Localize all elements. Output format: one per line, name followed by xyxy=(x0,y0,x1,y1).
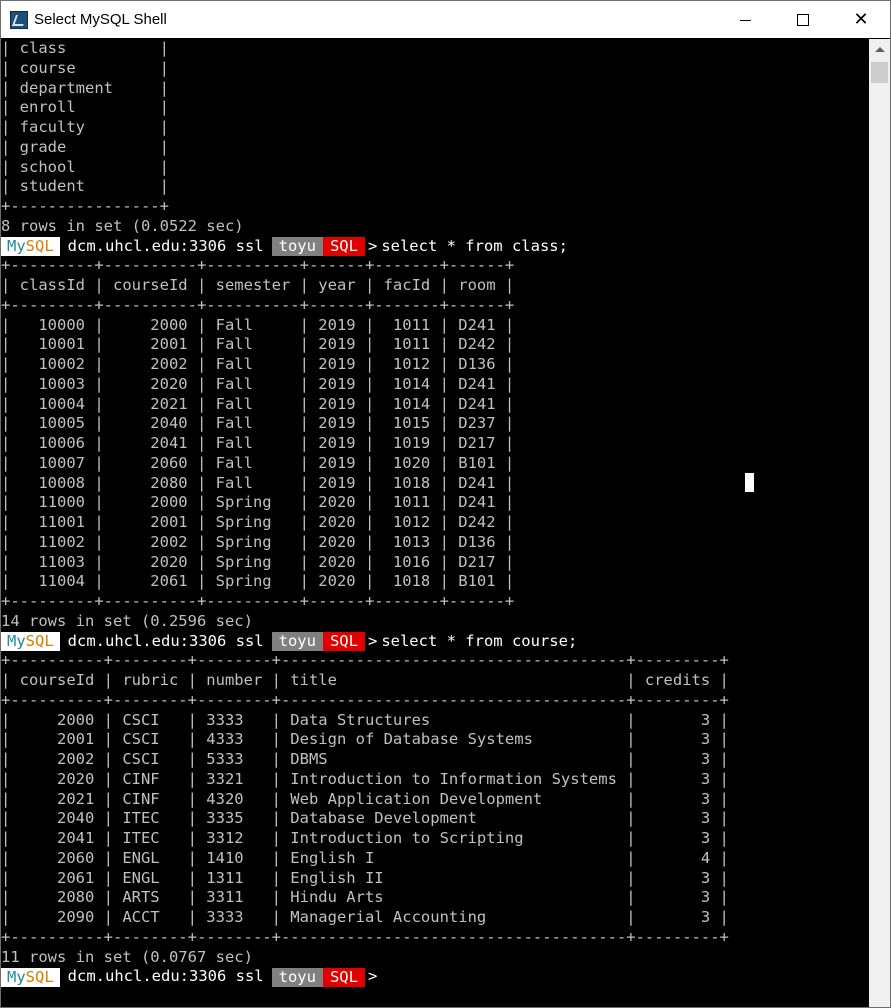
prompt-mode: SQL xyxy=(322,631,365,651)
minimize-button[interactable] xyxy=(716,1,774,38)
window-controls: ✕ xyxy=(716,1,890,38)
terminal-line: | class | xyxy=(1,39,169,57)
terminal-line: | 2061 | ENGL | 1311 | English II | 3 | xyxy=(1,868,729,887)
terminal-line: | 2002 | CSCI | 5333 | DBMS | 3 | xyxy=(1,750,729,768)
text-cursor xyxy=(745,473,754,492)
terminal-line: | courseId | rubric | number | title | c… xyxy=(1,671,729,689)
maximize-icon xyxy=(797,13,809,26)
prompt-schema: toyu xyxy=(271,967,323,987)
terminal-line: 11 rows in set (0.0767 sec) xyxy=(1,947,253,966)
maximize-button[interactable] xyxy=(774,1,832,38)
terminal-line: | student | xyxy=(1,177,169,196)
terminal-line: +---------+----------+----------+------+… xyxy=(1,256,515,275)
prompt-host: dcm.uhcl.edu:3306 ssl xyxy=(67,631,264,650)
prompt-arrow: > xyxy=(367,631,378,650)
prompt-mysql-badge: MySQL xyxy=(1,236,60,256)
terminal-line: | 11001 | 2001 | Spring | 2020 | 1012 | … xyxy=(1,513,515,531)
terminal-line: | enroll | xyxy=(1,98,169,117)
terminal-line: 8 rows in set (0.0522 sec) xyxy=(1,216,244,235)
terminal-line: +---------+----------+----------+------+… xyxy=(1,592,515,610)
prompt-schema: toyu xyxy=(271,631,323,651)
terminal-lines: | class | | course | | department | | enrol… xyxy=(1,39,729,987)
terminal-line: | 10001 | 2001 | Fall | 2019 | 1011 | D2… xyxy=(1,335,515,354)
scroll-up-button[interactable] xyxy=(869,39,890,59)
prompt-arrow: > xyxy=(367,236,378,255)
terminal-line: | 11002 | 2002 | Spring | 2020 | 1013 | … xyxy=(1,532,515,551)
mysql-prompt: MySQL dcm.uhcl.edu:3306 ssl toyu SQL > select… xyxy=(1,237,729,257)
terminal-line: +---------+----------+----------+------+… xyxy=(1,295,515,314)
prompt-host: dcm.uhcl.edu:3306 ssl xyxy=(67,236,264,255)
minimize-icon xyxy=(739,20,751,21)
terminal-line: | grade | xyxy=(1,137,169,156)
terminal-line: +----------------+ xyxy=(1,197,169,215)
prompt-my-text: My xyxy=(7,967,26,986)
terminal-line: | school | xyxy=(1,157,169,176)
prompt-sql-text: SQL xyxy=(25,236,54,255)
window-title: Select MySQL Shell xyxy=(34,11,167,28)
prompt-command: select * from class; xyxy=(381,236,568,255)
terminal-line: | faculty | xyxy=(1,118,169,136)
terminal-line: | 2021 | CINF | 4320 | Web Application D… xyxy=(1,789,729,808)
terminal-line: | classId | courseId | semester | year |… xyxy=(1,276,515,294)
terminal-line: 14 rows in set (0.2596 sec) xyxy=(1,611,253,630)
terminal-line: | 10003 | 2020 | Fall | 2019 | 1014 | D2… xyxy=(1,374,515,393)
app-icon[interactable] xyxy=(10,10,28,29)
prompt-my-text: My xyxy=(7,236,26,255)
prompt-mode: SQL xyxy=(322,236,365,256)
terminal-line: | 10007 | 2060 | Fall | 2019 | 1020 | B1… xyxy=(1,453,515,472)
terminal-line: | 10002 | 2002 | Fall | 2019 | 1012 | D1… xyxy=(1,355,515,373)
terminal-line: | course | xyxy=(1,58,169,77)
prompt-sql-text: SQL xyxy=(25,967,54,986)
mysql-prompt: MySQL dcm.uhcl.edu:3306 ssl toyu SQL > xyxy=(1,967,729,987)
terminal-line: | 10004 | 2021 | Fall | 2019 | 1014 | D2… xyxy=(1,394,515,413)
vertical-scrollbar[interactable] xyxy=(869,39,890,1007)
terminal-line: | 2080 | ARTS | 3311 | Hindu Arts | 3 | xyxy=(1,888,729,907)
terminal-line: | 10006 | 2041 | Fall | 2019 | 1019 | D2… xyxy=(1,434,515,452)
mysql-shell-window: Select MySQL Shell ✕ | class | | course |… xyxy=(0,0,891,1008)
terminal-line: | 2090 | ACCT | 3333 | Managerial Accoun… xyxy=(1,908,729,926)
close-button[interactable]: ✕ xyxy=(832,1,890,38)
mysql-prompt: MySQL dcm.uhcl.edu:3306 ssl toyu SQL > select… xyxy=(1,632,729,652)
terminal-line: | 10000 | 2000 | Fall | 2019 | 1011 | D2… xyxy=(1,315,515,334)
prompt-mysql-badge: MySQL xyxy=(1,631,60,651)
terminal-line: | 2040 | ITEC | 3335 | Database Developm… xyxy=(1,809,729,828)
title-bar[interactable]: Select MySQL Shell ✕ xyxy=(1,1,890,38)
prompt-mysql-badge: MySQL xyxy=(1,967,60,987)
terminal-line: | 2041 | ITEC | 3312 | Introduction to S… xyxy=(1,829,729,847)
terminal-line: | 2020 | CINF | 3321 | Introduction to I… xyxy=(1,769,729,788)
terminal-line: +----------+--------+--------+----------… xyxy=(1,651,729,670)
terminal-line: | department | xyxy=(1,78,169,97)
terminal-line: | 2060 | ENGL | 1410 | English I | 4 | xyxy=(1,848,729,867)
scroll-thumb[interactable] xyxy=(871,62,888,83)
prompt-sql-text: SQL xyxy=(25,631,54,650)
terminal-line: | 10005 | 2040 | Fall | 2019 | 1015 | D2… xyxy=(1,414,515,433)
prompt-schema: toyu xyxy=(271,236,323,256)
prompt-mode: SQL xyxy=(322,967,365,987)
terminal-line: +----------+--------+--------+----------… xyxy=(1,927,729,946)
terminal-line: | 2000 | CSCI | 3333 | Data Structures |… xyxy=(1,710,729,729)
terminal-line: +----------+--------+--------+----------… xyxy=(1,690,729,709)
prompt-arrow: > xyxy=(367,967,378,986)
chevron-up-icon xyxy=(874,46,885,52)
prompt-command: select * from course; xyxy=(381,631,578,650)
close-icon: ✕ xyxy=(853,9,869,30)
terminal-line: | 10008 | 2080 | Fall | 2019 | 1018 | D2… xyxy=(1,473,515,492)
prompt-my-text: My xyxy=(7,631,26,650)
terminal-output[interactable]: | class | | course | | department | | enrol… xyxy=(1,39,869,1007)
terminal-line: | 11003 | 2020 | Spring | 2020 | 1016 | … xyxy=(1,552,515,571)
prompt-host: dcm.uhcl.edu:3306 ssl xyxy=(67,967,264,986)
terminal-line: | 2001 | CSCI | 4333 | Design of Databas… xyxy=(1,730,729,749)
terminal-line: | 11000 | 2000 | Spring | 2020 | 1011 | … xyxy=(1,493,515,512)
terminal-line: | 11004 | 2061 | Spring | 2020 | 1018 | … xyxy=(1,572,515,591)
